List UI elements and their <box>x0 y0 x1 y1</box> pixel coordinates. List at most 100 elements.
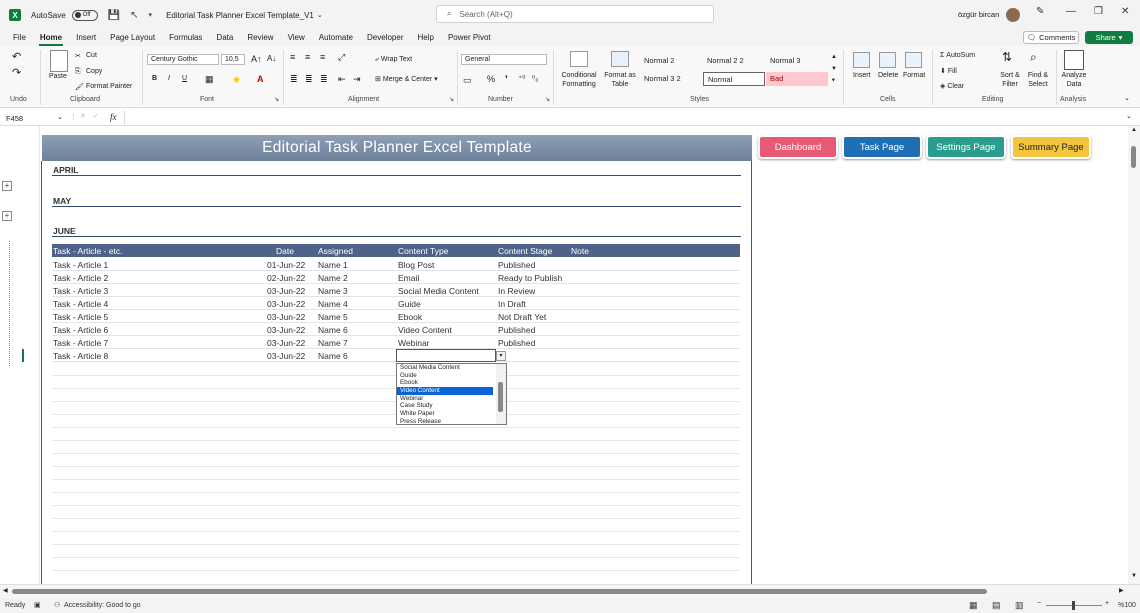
document-title[interactable]: Editorial Task Planner Excel Template_V1 <box>166 11 314 20</box>
insert-cells-icon[interactable] <box>853 52 870 68</box>
cell-assigned[interactable]: Name 7 <box>318 338 348 348</box>
copy-button[interactable]: Copy <box>86 68 102 75</box>
merge-center-button[interactable]: ⊞ Merge & Center ▾ <box>375 75 438 83</box>
table-row[interactable]: Task - Article 2 02-Jun-22 Name 2 Email Read… <box>52 271 740 284</box>
cursor-icon[interactable]: ↖ <box>130 10 138 21</box>
cell-content-stage[interactable]: Published <box>498 260 535 270</box>
align-middle-icon[interactable]: ≡ <box>305 52 310 62</box>
tab-formulas[interactable]: Formulas <box>162 30 209 46</box>
orientation-icon[interactable]: ⤢ <box>338 52 345 63</box>
cell-assigned[interactable]: Name 3 <box>318 286 348 296</box>
content-type-dropdown-list[interactable]: Social Media Content Guide Ebook Video Cont… <box>396 363 507 425</box>
cell-date[interactable]: 03-Jun-22 <box>267 338 305 348</box>
formula-input[interactable] <box>124 111 1124 125</box>
cell-content-stage[interactable]: In Review <box>498 286 535 296</box>
bold-icon[interactable]: B <box>152 75 157 82</box>
tab-insert[interactable]: Insert <box>69 30 103 46</box>
cell-task[interactable]: Task - Article 3 <box>53 286 108 296</box>
cell-content-stage[interactable]: Published <box>498 325 535 335</box>
styles-scroll-down-icon[interactable]: ▼ <box>831 66 837 72</box>
find-select-button[interactable]: Find & Select <box>1024 71 1052 89</box>
scroll-up-icon[interactable]: ▲ <box>1131 127 1137 133</box>
align-top-icon[interactable]: ≡ <box>290 52 295 62</box>
zoom-in-icon[interactable]: + <box>1105 600 1109 607</box>
restore-icon[interactable]: ❐ <box>1094 6 1103 17</box>
fill-color-icon[interactable]: ◈ <box>233 74 240 85</box>
align-bottom-icon[interactable]: ≡ <box>320 52 325 62</box>
cell-date[interactable]: 03-Jun-22 <box>267 325 305 335</box>
align-center-icon[interactable]: ≣ <box>305 74 313 85</box>
dropdown-option[interactable]: Guide <box>397 372 493 380</box>
summary-page-button[interactable]: Summary Page <box>1011 135 1091 159</box>
tab-automate[interactable]: Automate <box>312 30 360 46</box>
autosave-toggle[interactable]: Off <box>71 9 98 21</box>
cell-date[interactable]: 03-Jun-22 <box>267 286 305 296</box>
dropdown-arrow-icon[interactable]: ▾ <box>496 351 506 361</box>
cell-content-type[interactable]: Ebook <box>398 312 422 322</box>
scroll-right-icon[interactable]: ▶ <box>1119 587 1124 594</box>
number-dialog-launcher-icon[interactable]: ↘ <box>545 96 550 103</box>
scroll-left-icon[interactable]: ◀ <box>3 587 8 594</box>
find-select-icon[interactable]: ⌕ <box>1030 50 1037 65</box>
format-as-table-icon[interactable] <box>611 51 629 67</box>
cell-content-type[interactable]: Email <box>398 273 419 283</box>
align-right-icon[interactable]: ≣ <box>320 74 328 85</box>
cell-assigned[interactable]: Name 6 <box>318 351 348 361</box>
table-row[interactable]: Task - Article 5 03-Jun-22 Name 5 Ebook Not … <box>52 310 740 323</box>
tab-file[interactable]: File <box>6 30 33 46</box>
italic-icon[interactable]: I <box>168 75 170 82</box>
customize-qat-icon[interactable]: ▾ <box>149 11 153 19</box>
decrease-indent-icon[interactable]: ⇤ <box>338 74 346 85</box>
styles-more-icon[interactable]: ⯆ <box>831 78 836 85</box>
dropdown-scroll-thumb[interactable] <box>498 382 503 412</box>
grow-font-icon[interactable]: A↑ <box>251 54 262 64</box>
cell-content-type[interactable]: Social Media Content <box>398 286 479 296</box>
table-row[interactable]: Task - Article 4 03-Jun-22 Name 4 Guide In D… <box>52 297 740 310</box>
cell-content-type[interactable]: Webinar <box>398 338 430 348</box>
task-page-button[interactable]: Task Page <box>842 135 922 159</box>
paste-icon[interactable] <box>50 50 68 72</box>
style-normal-3-2[interactable]: Normal 3 2 <box>640 72 702 86</box>
cell-task[interactable]: Task - Article 5 <box>53 312 108 322</box>
close-icon[interactable]: ✕ <box>1121 6 1129 17</box>
style-normal-2-2[interactable]: Normal 2 2 <box>703 54 765 68</box>
clear-button[interactable]: ◈ Clear <box>940 82 964 90</box>
accounting-format-icon[interactable]: ▭ <box>463 75 472 86</box>
font-color-icon[interactable]: A <box>257 74 264 84</box>
font-dialog-launcher-icon[interactable]: ↘ <box>274 96 279 103</box>
collapse-ribbon-icon[interactable]: ⌄ <box>1124 94 1130 102</box>
table-row[interactable]: Task - Article 6 03-Jun-22 Name 6 Video Con… <box>52 323 740 336</box>
cell-task[interactable]: Task - Article 1 <box>53 260 108 270</box>
format-cells-button[interactable]: Format <box>903 72 925 79</box>
vertical-scrollbar[interactable]: ▲ ▼ <box>1128 126 1140 584</box>
style-normal-2[interactable]: Normal 2 <box>640 54 702 68</box>
tab-power-pivot[interactable]: Power Pivot <box>441 30 498 46</box>
dropdown-option[interactable]: Social Media Content <box>397 364 493 372</box>
styles-scroll-up-icon[interactable]: ▲ <box>831 54 837 60</box>
cell-date[interactable]: 02-Jun-22 <box>267 273 305 283</box>
fill-button[interactable]: ⬇ Fill <box>940 67 957 75</box>
cell-assigned[interactable]: Name 5 <box>318 312 348 322</box>
cell-content-type[interactable]: Blog Post <box>398 260 434 270</box>
decrease-decimal-icon[interactable]: ⁰₀ <box>532 74 539 83</box>
underline-icon[interactable]: U <box>182 75 187 82</box>
enter-icon[interactable]: ✓ <box>93 112 99 120</box>
conditional-formatting-button[interactable]: Conditional Formatting <box>558 71 600 89</box>
save-icon[interactable]: 💾 <box>108 10 120 21</box>
page-break-view-icon[interactable]: ▥ <box>1015 600 1024 611</box>
tab-data[interactable]: Data <box>209 30 240 46</box>
cell-task[interactable]: Task - Article 6 <box>53 325 108 335</box>
share-button[interactable]: Share ▾ <box>1085 31 1133 44</box>
cut-icon[interactable]: ✂ <box>75 52 81 60</box>
zoom-level[interactable]: %100 <box>1118 602 1136 609</box>
cell-assigned[interactable]: Name 2 <box>318 273 348 283</box>
minimize-icon[interactable]: — <box>1066 6 1076 17</box>
dropdown-option[interactable]: Webinar <box>397 395 493 403</box>
font-size-select[interactable]: 10,5 <box>221 54 245 65</box>
cell-assigned[interactable]: Name 1 <box>318 260 348 270</box>
cell-content-stage[interactable]: Not Draft Yet <box>498 312 546 322</box>
delete-cells-icon[interactable] <box>879 52 896 68</box>
cell-content-stage[interactable]: Published <box>498 338 535 348</box>
delete-cells-button[interactable]: Delete <box>878 72 898 79</box>
analyze-data-icon[interactable] <box>1064 50 1084 70</box>
